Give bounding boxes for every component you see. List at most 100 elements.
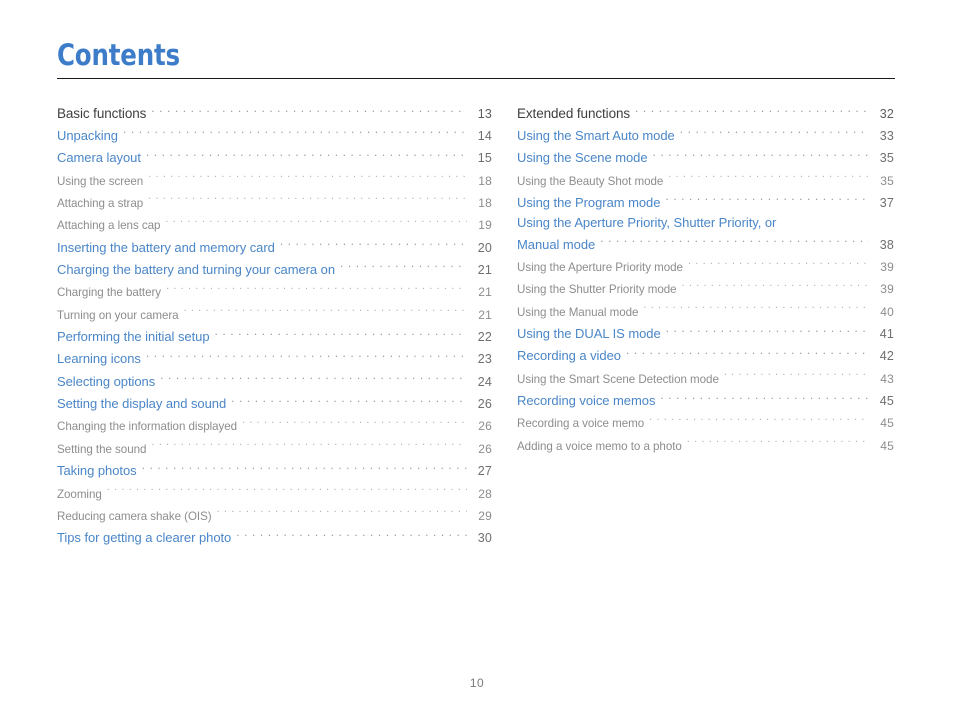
toc-entry-page-number: 39 [880, 282, 894, 297]
toc-entry-performing-the-initial-setup[interactable]: Performing the initial setup 22 [57, 325, 492, 347]
toc-entry-using-the-smart-scene-detection-mode[interactable]: Using the Smart Scene Detection mode 43 [517, 367, 894, 389]
toc-entry-recording-voice-memos[interactable]: Recording voice memos 45 [517, 389, 894, 411]
dot-leader [635, 102, 869, 118]
toc-entry-turning-on-your-camera[interactable]: Turning on your camera 21 [57, 303, 492, 325]
toc-entry-page-number: 18 [478, 196, 492, 211]
dot-leader [160, 370, 467, 386]
toc-entry-page-number: 23 [477, 352, 492, 367]
toc-entry-label: Adding a voice memo to a photo [517, 439, 682, 453]
toc-entry-label: Attaching a strap [57, 197, 144, 211]
toc-entry-label: Learning icons [57, 351, 141, 367]
toc-entry-page-number: 33 [879, 129, 894, 143]
toc-entry-basic-functions: Basic functions 13 [57, 102, 492, 124]
toc-entry-label: Taking photos [57, 463, 137, 479]
toc-entry-adding-a-voice-memo-to-a-photo[interactable]: Adding a voice memo to a photo 45 [517, 434, 894, 456]
toc-entry-label: Recording a voice memo [517, 417, 645, 431]
toc-entry-label: Using the Smart Auto mode [517, 128, 675, 143]
dot-leader [280, 236, 467, 252]
toc-entry-setting-the-sound[interactable]: Setting the sound 26 [57, 437, 492, 459]
toc-entry-page-number: 37 [879, 196, 894, 211]
toc-entry-page-number: 29 [478, 508, 492, 523]
dot-leader [668, 169, 869, 185]
toc-entry-page-number: 20 [477, 240, 492, 255]
toc-entry-camera-layout[interactable]: Camera layout 15 [57, 146, 492, 168]
toc-entry-setting-the-display-and-sound[interactable]: Setting the display and sound 26 [57, 392, 492, 414]
toc-entry-page-number: 41 [879, 327, 894, 342]
toc-entry-using-the-screen[interactable]: Using the screen 18 [57, 169, 492, 191]
page-title: Contents [57, 38, 180, 72]
toc-column-left: Basic functions 13 Unpacking 14 Camera layou… [57, 102, 492, 549]
toc-entry-learning-icons[interactable]: Learning icons 23 [57, 347, 492, 369]
toc-entry-page-number: 21 [478, 307, 492, 322]
toc-entry-using-the-scene-mode[interactable]: Using the Scene mode 35 [517, 146, 894, 168]
toc-entry-label-continued: Manual mode [517, 236, 596, 252]
toc-entry-label: Charging the battery and turning your ca… [57, 262, 336, 278]
toc-entry-page-number: 13 [477, 107, 492, 121]
toc-entry-using-the-program-mode[interactable]: Using the Program mode 37 [517, 191, 894, 213]
dot-leader [643, 300, 869, 316]
toc-entry-inserting-the-battery-and-memory-card[interactable]: Inserting the battery and memory card 20 [57, 236, 492, 258]
toc-entry-attaching-a-lens-cap[interactable]: Attaching a lens cap 19 [57, 213, 492, 235]
toc-entry-label: Using the Aperture Priority, Shutter Pri… [517, 215, 777, 231]
toc-entry-label: Using the Manual mode [517, 305, 639, 319]
toc-entry-label: Charging the battery [57, 286, 162, 300]
dot-leader [680, 124, 869, 140]
dot-leader [660, 389, 869, 405]
toc-entry-label: Performing the initial setup [57, 329, 210, 345]
toc-entry-page-number: 45 [879, 394, 894, 409]
toc-entry-selecting-options[interactable]: Selecting options 24 [57, 370, 492, 392]
toc-entry-label: Turning on your camera [57, 308, 179, 322]
toc-entry-charging-the-battery[interactable]: Charging the battery 21 [57, 280, 492, 302]
dot-leader [236, 526, 467, 542]
toc-entry-label: Recording a video [517, 348, 621, 364]
dot-leader [107, 482, 467, 498]
toc-columns: Basic functions 13 Unpacking 14 Camera layou… [0, 102, 954, 549]
dot-leader [146, 347, 467, 363]
toc-entry-label: Tips for getting a clearer photo [57, 530, 232, 546]
toc-entry-using-the-dual-is-mode[interactable]: Using the DUAL IS mode 41 [517, 322, 894, 344]
dot-leader [148, 169, 467, 185]
toc-entry-page-number: 43 [880, 371, 894, 386]
toc-entry-using-the-aperture-priority-mode[interactable]: Using the Aperture Priority mode 39 [517, 255, 894, 277]
toc-entry-page-number: 21 [478, 285, 492, 300]
dot-leader [166, 280, 467, 296]
toc-entry-using-the-manual-mode[interactable]: Using the Manual mode 40 [517, 300, 894, 322]
dot-leader [682, 277, 869, 293]
toc-entry-label: Setting the sound [57, 442, 147, 456]
toc-entry-page-number: 32 [879, 107, 894, 121]
toc-entry-page-number: 45 [880, 438, 894, 453]
dot-leader [146, 146, 467, 162]
dot-leader [151, 102, 467, 118]
dot-leader [649, 411, 869, 427]
toc-entry-unpacking[interactable]: Unpacking 14 [57, 124, 492, 146]
toc-entry-page-number: 14 [477, 129, 492, 143]
toc-entry-label: Attaching a lens cap [57, 219, 161, 233]
toc-entry-taking-photos[interactable]: Taking photos 27 [57, 459, 492, 481]
toc-entry-page-number: 26 [478, 419, 492, 434]
toc-entry-label: Setting the display and sound [57, 396, 227, 412]
toc-entry-recording-a-voice-memo[interactable]: Recording a voice memo 45 [517, 411, 894, 433]
dot-leader [340, 258, 467, 274]
dot-leader [665, 191, 869, 207]
toc-entry-page-number: 15 [477, 151, 492, 166]
toc-entry-manual-mode[interactable]: Using the Aperture Priority, Shutter Pri… [517, 213, 894, 255]
toc-entry-using-the-smart-auto-mode[interactable]: Using the Smart Auto mode 33 [517, 124, 894, 146]
toc-entry-changing-the-information-displayed[interactable]: Changing the information displayed 26 [57, 414, 492, 436]
toc-entry-using-the-shutter-priority-mode[interactable]: Using the Shutter Priority mode 39 [517, 277, 894, 299]
toc-entry-using-the-beauty-shot-mode[interactable]: Using the Beauty Shot mode 35 [517, 169, 894, 191]
toc-entry-label: Using the Program mode [517, 195, 661, 211]
dot-leader [142, 459, 467, 475]
toc-entry-label: Using the Shutter Priority mode [517, 283, 677, 297]
toc-entry-page-number: 22 [477, 330, 492, 345]
toc-entry-tips-for-getting-a-clearer-photo[interactable]: Tips for getting a clearer photo 30 [57, 526, 492, 548]
dot-leader [215, 325, 467, 341]
toc-entry-label: Using the Scene mode [517, 150, 648, 166]
toc-entry-recording-a-video[interactable]: Recording a video 42 [517, 344, 894, 366]
contents-page: Contents Basic functions 13 Unpacking 14 Cam… [0, 0, 954, 720]
toc-entry-reducing-camera-shake-ois[interactable]: Reducing camera shake (OIS) 29 [57, 504, 492, 526]
toc-entry-page-number: 45 [880, 416, 894, 431]
toc-entry-page-number: 38 [879, 237, 894, 252]
toc-entry-zooming[interactable]: Zooming 28 [57, 482, 492, 504]
toc-entry-charging-the-battery-and-turning-your-camera-on[interactable]: Charging the battery and turning your ca… [57, 258, 492, 280]
toc-entry-attaching-a-strap[interactable]: Attaching a strap 18 [57, 191, 492, 213]
